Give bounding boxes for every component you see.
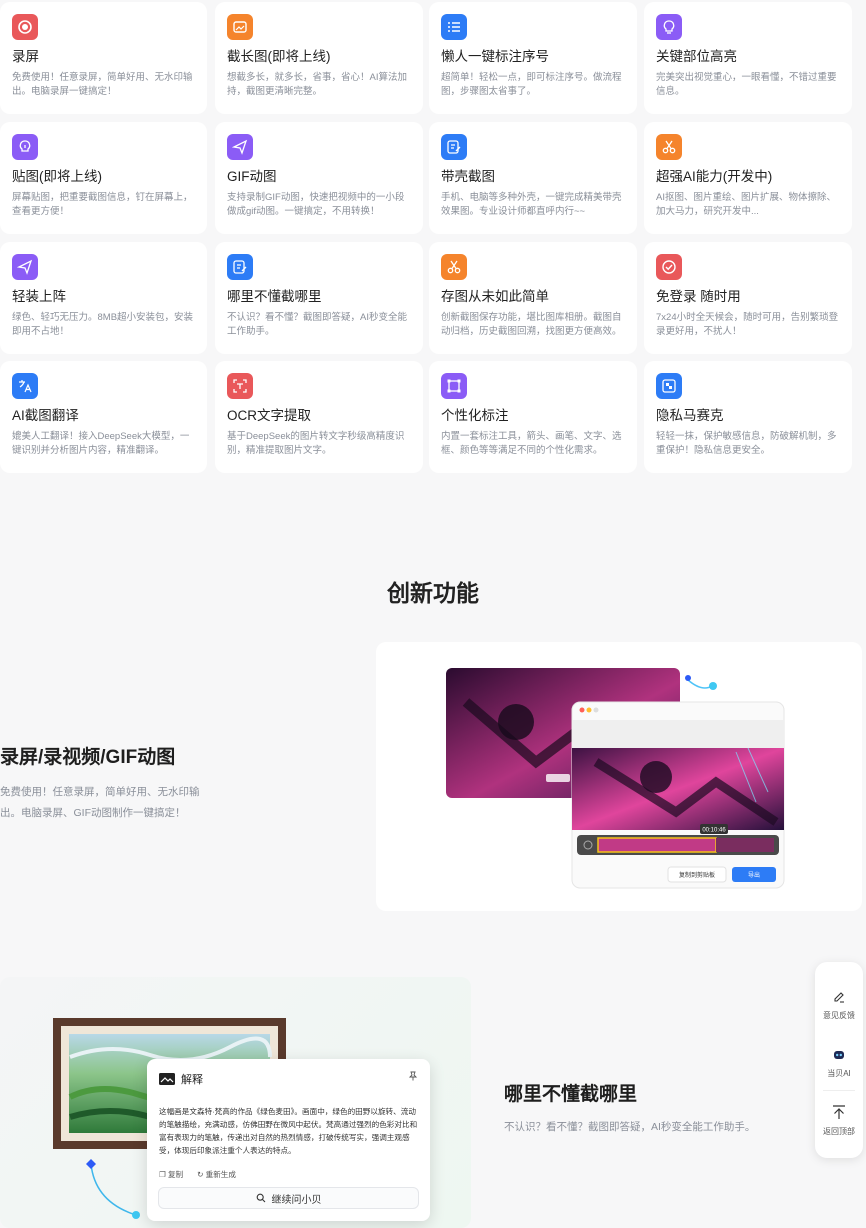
back-to-top-button[interactable]: 返回顶部: [815, 1104, 863, 1137]
record-icon: [12, 14, 38, 40]
floating-toolbar: 意见反馈 当贝AI 返回顶部: [815, 962, 863, 1158]
feature-card[interactable]: 个性化标注内置一套标注工具，箭头、画笔、文字、选框、颜色等等满足不同的个性化需求…: [429, 361, 637, 473]
ocr-icon: [227, 373, 253, 399]
feature-card-title: GIF动图: [227, 169, 277, 184]
list-number-icon: [441, 14, 467, 40]
check-circle-icon: [656, 254, 682, 280]
feature-card-desc: 屏幕贴图，把重要截图信息，钉在屏幕上，查看更方便！: [12, 192, 193, 217]
feature-record-desc: 免费使用！任意录屏，简单好用、无水印输出。电脑录屏、GIF动图制作一键搞定！: [0, 786, 200, 819]
feature-card-desc: 轻轻一抹，保护敏感信息，防破解机制，多重保护！隐私信息更安全。: [656, 431, 837, 456]
feature-card-title: 懒人一键标注序号: [441, 49, 549, 64]
feature-card-desc: 手机、电脑等多种外壳，一键完成精美带壳效果图。专业设计师都直呼内行~~: [441, 192, 622, 217]
feature-card-desc: 免费使用！任意录屏，简单好用、无水印输出。电脑录屏一键搞定！: [12, 72, 193, 97]
feature-card[interactable]: 存图从未如此简单创新截图保存功能，堪比图库相册。截图自动归档，历史截图回溯，找图…: [429, 242, 637, 354]
feature-card[interactable]: OCR文字提取基于DeepSeek的图片转文字秒级高精度识别，精准提取图片文字。: [215, 361, 423, 473]
translate-icon: [12, 373, 38, 399]
feature-card-desc: 内置一套标注工具，箭头、画笔、文字、选框、颜色等等满足不同的个性化需求。: [441, 431, 622, 456]
feature-card[interactable]: 关键部位高亮完美突出视觉重心，一眼看懂，不错过重要信息。: [644, 2, 852, 114]
scissors-icon: [441, 254, 467, 280]
painting-thumb-icon: [159, 1073, 175, 1085]
arrow-up-icon: [833, 1105, 845, 1119]
feature-card-desc: 创新截图保存功能，堪比图库相册。截图自动归档，历史截图回溯，找图更方便高效。: [441, 312, 622, 337]
feature-record-title: 录屏/录视频/GIF动图: [0, 747, 176, 768]
export-button[interactable]: 导出: [748, 871, 760, 879]
assistant-label: 当贝AI: [827, 1069, 851, 1078]
feature-card-desc: 不认识？看不懂？截图即答疑，AI秒变全能工作助手。: [227, 312, 407, 337]
feature-card-title: 贴图(即将上线): [12, 169, 102, 184]
feature-card[interactable]: 隐私马赛克轻轻一抹，保护敏感信息，防破解机制，多重保护！隐私信息更安全。: [644, 361, 852, 473]
feature-ask-title: 哪里不懂截哪里: [504, 1084, 638, 1105]
edit-frame-icon: [227, 254, 253, 280]
feature-card-desc: 绿色、轻巧无压力。8MB超小安装包，安装即用不占地！: [12, 312, 194, 337]
continue-ask-button[interactable]: 继续问小贝: [158, 1187, 419, 1209]
bulb-icon: [656, 14, 682, 40]
regenerate-label: 重新生成: [205, 1170, 236, 1179]
mosaic-icon: [656, 373, 682, 399]
send-icon: [12, 254, 38, 280]
search-icon: [256, 1193, 265, 1203]
refresh-icon: ↻: [197, 1170, 204, 1179]
feature-card-title: AI截图翻译: [12, 408, 79, 423]
regenerate-action[interactable]: ↻ 重新生成: [197, 1169, 236, 1180]
feature-card-desc: 超简单！轻松一点，即可标注序号。做流程图，步骤图太省事了。: [441, 72, 622, 97]
back-to-top-label: 返回顶部: [823, 1127, 855, 1136]
section-title: 创新功能: [387, 580, 479, 606]
feature-card[interactable]: 截长图(即将上线) 想截多长，就多长，省事，省心！AI算法加持，截图更清晰完整。: [215, 2, 423, 114]
feature-card-title: 免登录 随时用: [656, 289, 741, 304]
chat-header-title: 解释: [181, 1074, 203, 1086]
feature-card-title: 带壳截图: [441, 169, 495, 184]
feature-card-title: 关键部位高亮: [656, 49, 737, 64]
feature-card-desc: 想截多长，就多长，省事，省心！AI算法加持，截图更清晰完整。: [227, 72, 407, 97]
copy-icon: ❐: [159, 1170, 166, 1179]
chat-answer-text: 这幅画是文森特·梵高的作品《绿色麦田》。画面中，绿色的田野以旋转、流动的笔触描绘…: [159, 1107, 418, 1155]
feature-card-title: 轻装上阵: [12, 289, 66, 304]
feature-card-title: 哪里不懂截哪里: [227, 289, 322, 304]
feature-card-title: 超强AI能力(开发中): [656, 169, 773, 184]
feature-card-desc: 基于DeepSeek的图片转文字秒级高精度识别，精准提取图片文字。: [227, 431, 405, 456]
feature-card-desc: 完美突出视觉重心，一眼看懂，不错过重要信息。: [656, 72, 837, 97]
copy-clipboard-button[interactable]: 复制到剪贴板: [679, 871, 715, 879]
pin-icon[interactable]: [408, 1071, 418, 1081]
feature-card-title: 隐私马赛克: [656, 408, 724, 423]
ai-explain-popup: 解释 这幅画是文森特·梵高的作品《绿色麦田》。画面中，绿色的田野以旋转、流动的笔…: [147, 1059, 430, 1221]
record-illustration-art: 00:10:46 复制到剪贴板 导出: [446, 668, 785, 889]
frame-select-icon: [441, 373, 467, 399]
feature-card[interactable]: 懒人一键标注序号超简单！轻松一点，即可标注序号。做流程图，步骤图太省事了。: [429, 2, 637, 114]
feature-card-title: 截长图(即将上线): [227, 49, 331, 64]
feature-card-desc: 媲美人工翻译！接入DeepSeek大模型，一键识别并分析图片内容，精准翻译。: [12, 431, 190, 456]
copy-label: 复制: [167, 1170, 184, 1179]
send-icon: [227, 134, 253, 160]
feedback-label: 意见反馈: [823, 1011, 855, 1020]
feature-card-title: 存图从未如此简单: [441, 289, 549, 304]
feature-card[interactable]: 贴图(即将上线) 屏幕贴图，把重要截图信息，钉在屏幕上，查看更方便！: [0, 122, 207, 234]
scissors-icon: [656, 134, 682, 160]
chat-header: 解释: [159, 1071, 203, 1087]
robot-icon: [834, 1051, 844, 1059]
feature-record-illustration: 00:10:46 复制到剪贴板 导出: [376, 642, 862, 911]
feature-card-title: 录屏: [12, 49, 39, 64]
feature-card[interactable]: 哪里不懂截哪里不认识？看不懂？截图即答疑，AI秒变全能工作助手。: [215, 242, 423, 354]
feature-card-desc: AI抠图、图片重绘、图片扩展、物体擦除、加大马力，研究开发中...: [656, 192, 836, 217]
pin-bulb-icon: [12, 134, 38, 160]
feature-card[interactable]: GIF动图支持录制GIF动图，快速把视频中的一小段做成gif动图。一键搞定，不用…: [215, 122, 423, 234]
copy-action[interactable]: ❐ 复制: [159, 1169, 183, 1180]
video-time-label: 00:10:46: [702, 828, 726, 834]
feature-card-desc: 支持录制GIF动图，快速把视频中的一小段做成gif动图。一键搞定，不用转换！: [227, 192, 405, 217]
feature-card[interactable]: 免登录 随时用 7x24小时全天候会，随时可用，告别繁琐登录更好用，不扰人！: [644, 242, 852, 354]
feature-card-desc: 7x24小时全天候会，随时可用，告别繁琐登录更好用，不扰人！: [656, 312, 839, 337]
feature-card[interactable]: 录屏免费使用！任意录屏，简单好用、无水印输出。电脑录屏一键搞定！: [0, 2, 207, 114]
edit-frame-icon: [441, 134, 467, 160]
feature-card[interactable]: AI截图翻译媲美人工翻译！接入DeepSeek大模型，一键识别并分析图片内容，精…: [0, 361, 207, 473]
feedback-button[interactable]: 意见反馈: [815, 990, 863, 1021]
feature-card[interactable]: 轻装上阵绿色、轻巧无压力。8MB超小安装包，安装即用不占地！: [0, 242, 207, 354]
feedback-pen-icon: [834, 992, 844, 1003]
feature-card-title: OCR文字提取: [227, 408, 311, 423]
feature-ask-desc: 不认识？看不懂？截图即答疑，AI秒变全能工作助手。: [504, 1121, 756, 1133]
assistant-button[interactable]: 当贝AI: [815, 1048, 863, 1079]
feature-card[interactable]: 超强AI能力(开发中) AI抠图、图片重绘、图片扩展、物体擦除、加大马力，研究开发…: [644, 122, 852, 234]
continue-ask-label: 继续问小贝: [271, 1194, 322, 1206]
feature-card-title: 个性化标注: [441, 408, 509, 423]
long-image-icon: [227, 14, 253, 40]
feature-card[interactable]: 带壳截图手机、电脑等多种外壳，一键完成精美带壳效果图。专业设计师都直呼内行~~: [429, 122, 637, 234]
